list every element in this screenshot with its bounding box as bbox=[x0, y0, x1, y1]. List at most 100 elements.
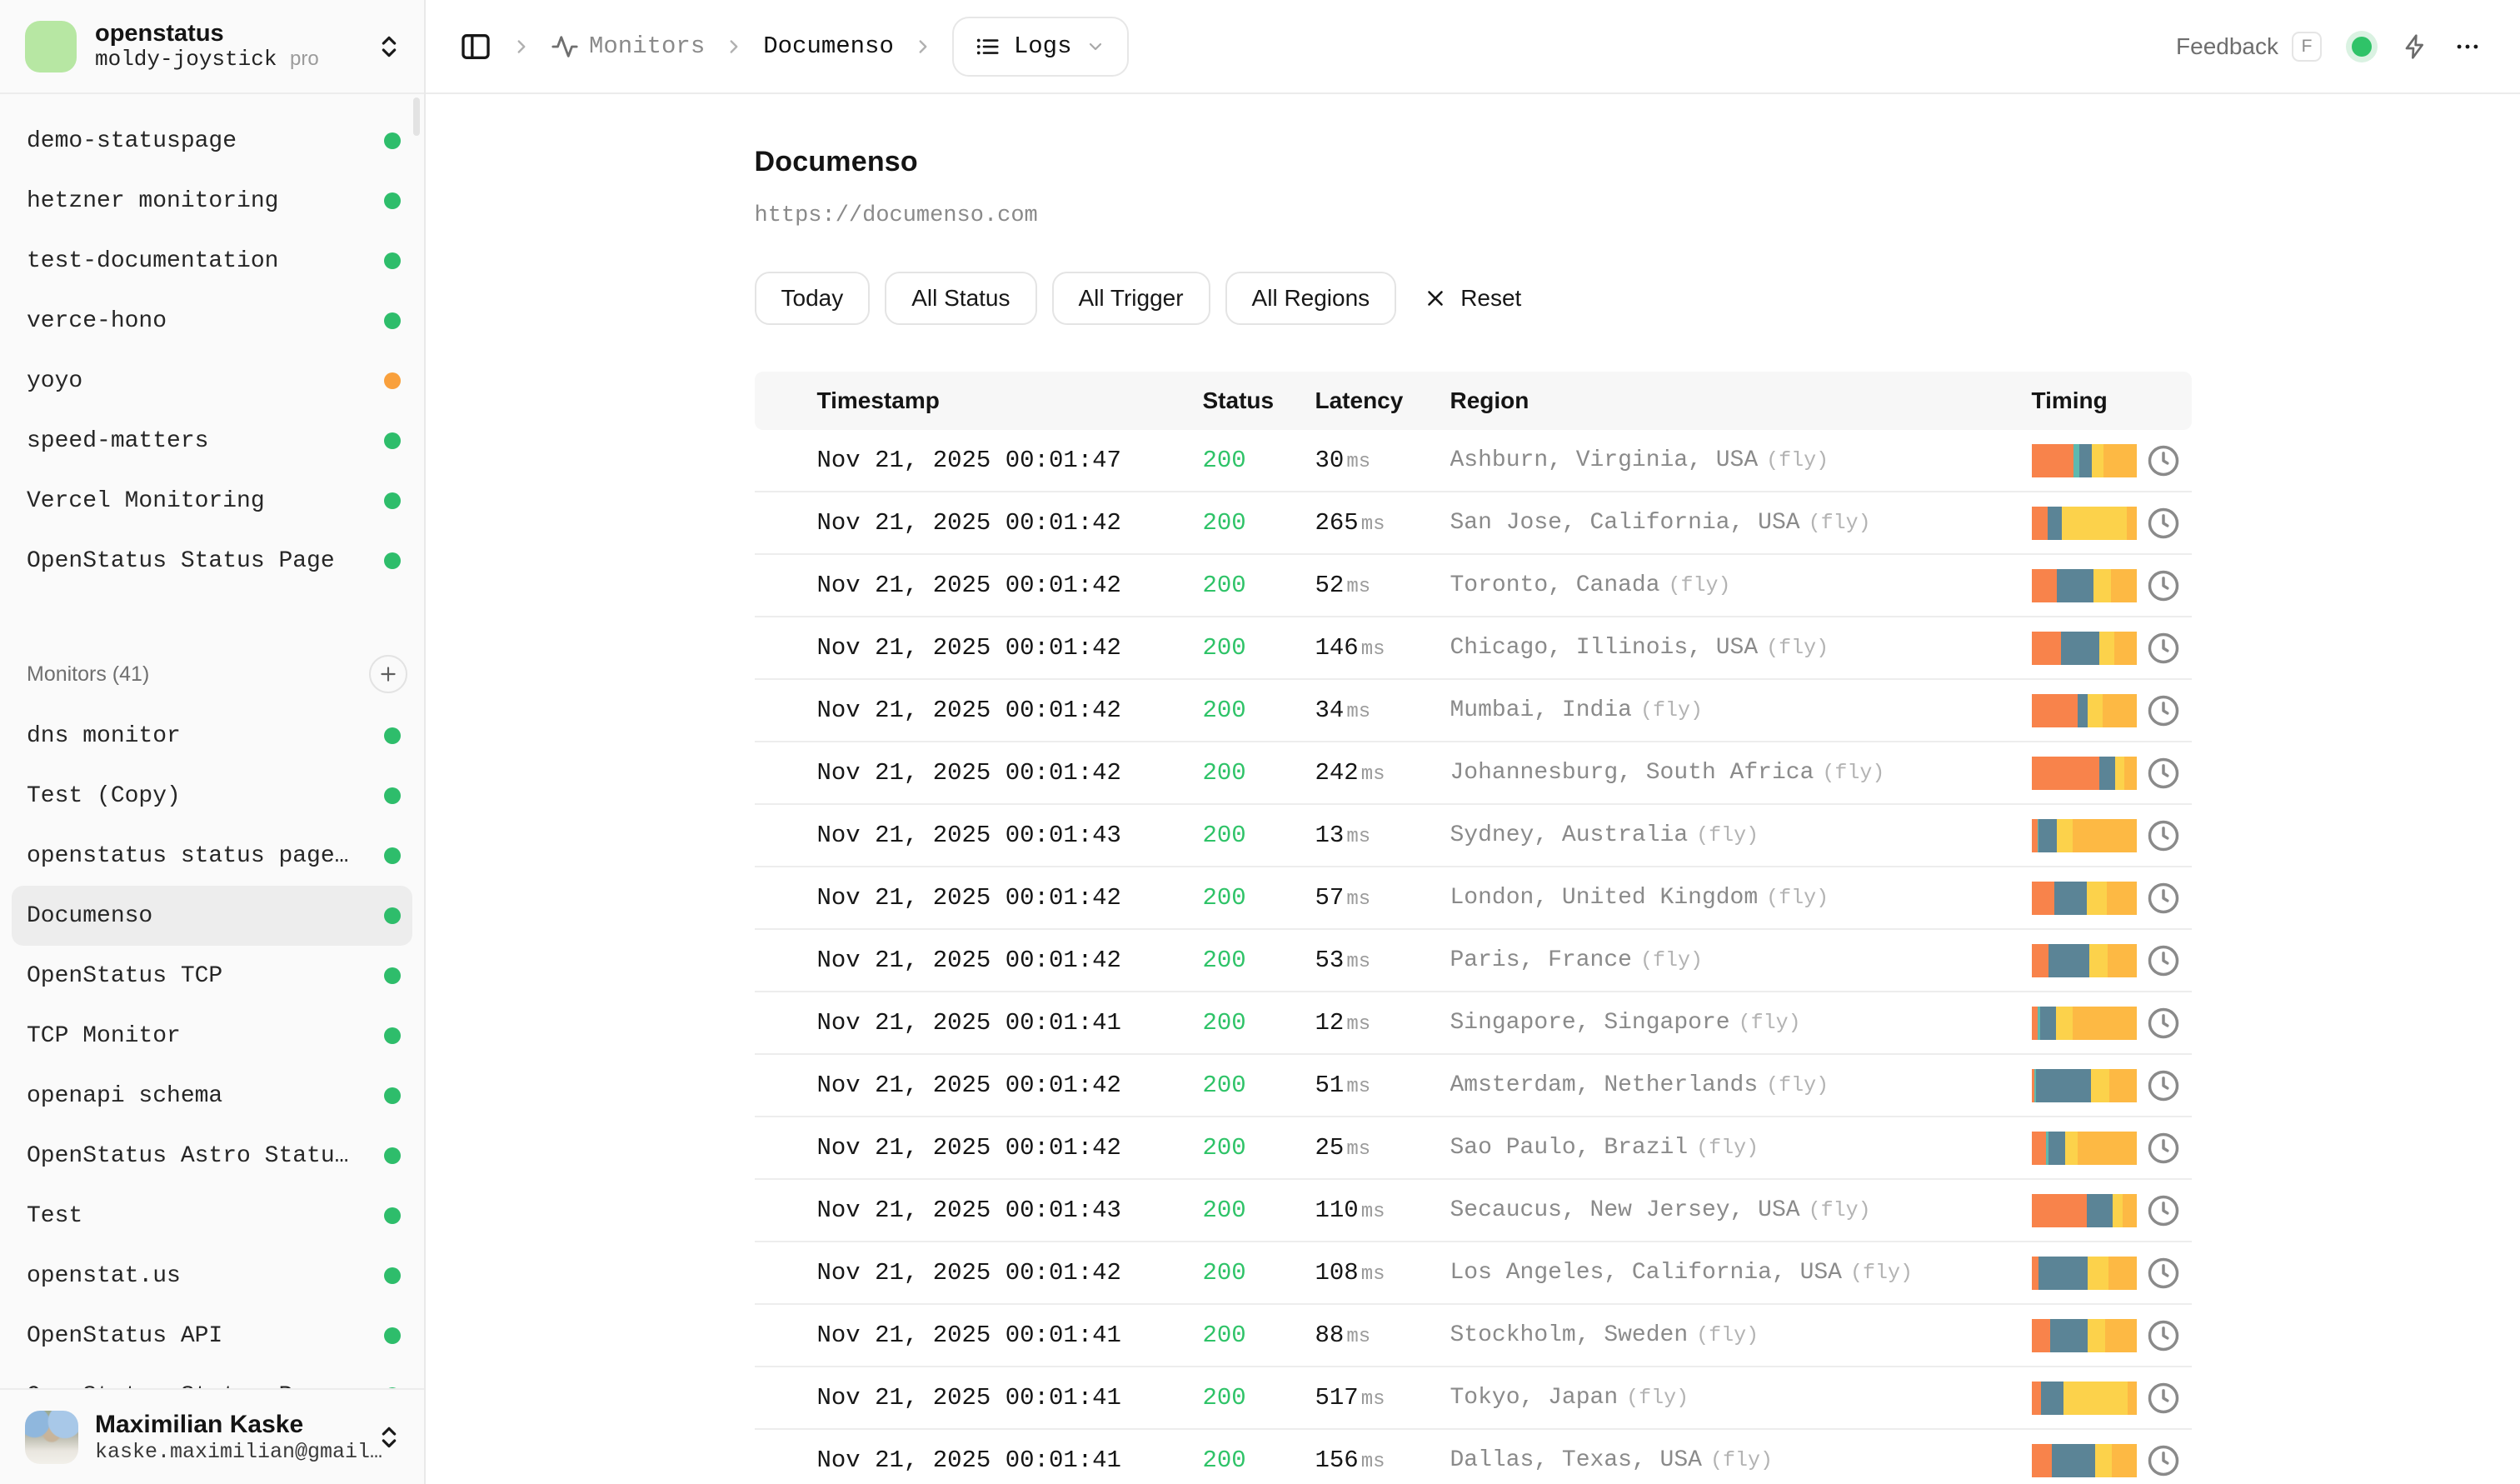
latency-cell: 517ms bbox=[1315, 1384, 1450, 1412]
table-row[interactable]: Nov 21, 2025 00:01:43 200 13ms Sydney, A… bbox=[755, 805, 2192, 867]
latency-cell: 51ms bbox=[1315, 1072, 1450, 1099]
clock-icon[interactable] bbox=[2145, 1380, 2182, 1417]
timestamp-cell: Nov 21, 2025 00:01:42 bbox=[817, 759, 1203, 787]
workspace-name: openstatus bbox=[95, 20, 319, 47]
sidebar-item-monitor[interactable]: dns monitor bbox=[12, 706, 412, 766]
sidebar-item-monitor[interactable]: openapi schema bbox=[12, 1066, 412, 1126]
column-header-status[interactable]: Status bbox=[1203, 387, 1315, 414]
region-provider: (fly) bbox=[1626, 1386, 1689, 1410]
clock-icon[interactable] bbox=[2145, 755, 2182, 792]
app-root: openstatus moldy-joystick pro demo-statu… bbox=[0, 0, 2520, 1484]
table-row[interactable]: Nov 21, 2025 00:01:41 200 12ms Singapore… bbox=[755, 992, 2192, 1055]
command-menu-button[interactable] bbox=[2402, 33, 2428, 60]
clock-icon[interactable] bbox=[2145, 1317, 2182, 1354]
sidebar-item-status-page[interactable]: Vercel Monitoring bbox=[12, 471, 412, 531]
status-filter-button[interactable]: All Status bbox=[885, 272, 1036, 325]
clock-icon[interactable] bbox=[2145, 817, 2182, 854]
clock-icon[interactable] bbox=[2145, 1255, 2182, 1292]
add-monitor-button[interactable] bbox=[369, 655, 407, 693]
clock-icon[interactable] bbox=[2145, 505, 2182, 542]
table-row[interactable]: Nov 21, 2025 00:01:41 200 88ms Stockholm… bbox=[755, 1305, 2192, 1367]
clock-icon[interactable] bbox=[2145, 692, 2182, 729]
timing-bar bbox=[2032, 1007, 2138, 1040]
column-header-latency[interactable]: Latency bbox=[1315, 387, 1450, 414]
clock-icon[interactable] bbox=[2145, 630, 2182, 667]
column-header-region[interactable]: Region bbox=[1450, 387, 2032, 414]
breadcrumb-monitors[interactable]: Monitors bbox=[551, 32, 705, 61]
system-status-indicator[interactable] bbox=[2352, 37, 2372, 57]
sidebar-item-status-page[interactable]: yoyo bbox=[12, 351, 412, 411]
user-menu[interactable]: Maximilian Kaske kaske.maximilian@gmail… bbox=[0, 1388, 424, 1484]
table-row[interactable]: Nov 21, 2025 00:01:42 200 108ms Los Ange… bbox=[755, 1242, 2192, 1305]
sidebar-toggle-button[interactable] bbox=[459, 30, 492, 63]
monitor-label: OpenStatus Status Page bbox=[27, 1383, 335, 1389]
table-row[interactable]: Nov 21, 2025 00:01:42 200 34ms Mumbai, I… bbox=[755, 680, 2192, 742]
table-row[interactable]: Nov 21, 2025 00:01:42 200 51ms Amsterdam… bbox=[755, 1055, 2192, 1117]
breadcrumb-current[interactable]: Documenso bbox=[763, 32, 894, 60]
regions-filter-button[interactable]: All Regions bbox=[1225, 272, 1397, 325]
timing-segment-dns bbox=[2032, 632, 2062, 665]
table-row[interactable]: Nov 21, 2025 00:01:42 200 57ms London, U… bbox=[755, 867, 2192, 930]
panel-left-icon bbox=[459, 30, 492, 63]
clock-icon[interactable] bbox=[2145, 1442, 2182, 1479]
region-provider: (fly) bbox=[1766, 1073, 1829, 1097]
clock-icon[interactable] bbox=[2145, 567, 2182, 604]
sidebar-item-monitor[interactable]: OpenStatus Status Page bbox=[12, 1366, 412, 1388]
clock-icon[interactable] bbox=[2145, 942, 2182, 979]
clock-icon[interactable] bbox=[2145, 1192, 2182, 1229]
table-row[interactable]: Nov 21, 2025 00:01:42 200 52ms Toronto, … bbox=[755, 555, 2192, 617]
column-header-timestamp[interactable]: Timestamp bbox=[817, 387, 1203, 414]
clock-icon[interactable] bbox=[2145, 1130, 2182, 1167]
clock-icon[interactable] bbox=[2145, 1067, 2182, 1104]
sidebar-item-monitor[interactable]: OpenStatus API bbox=[12, 1306, 412, 1366]
more-options-button[interactable] bbox=[2453, 32, 2482, 61]
sidebar-item-status-page[interactable]: demo-statuspage bbox=[12, 111, 412, 171]
timing-bar bbox=[2032, 1257, 2138, 1290]
column-header-timing[interactable]: Timing bbox=[2032, 387, 2192, 414]
status-page-label: demo-statuspage bbox=[27, 128, 237, 154]
date-filter-button[interactable]: Today bbox=[755, 272, 871, 325]
sidebar-item-monitor[interactable]: openstat.us bbox=[12, 1246, 412, 1306]
sidebar-item-monitor[interactable]: TCP Monitor bbox=[12, 1006, 412, 1066]
status-dot bbox=[384, 1387, 401, 1388]
sidebar-item-status-page[interactable]: speed-matters bbox=[12, 411, 412, 471]
logs-table: Timestamp Status Latency Region Timing N… bbox=[755, 372, 2192, 1484]
status-code-cell: 200 bbox=[1203, 634, 1315, 662]
region-cell: London, United Kingdom(fly) bbox=[1450, 885, 2032, 911]
sidebar-item-status-page[interactable]: hetzner monitoring bbox=[12, 171, 412, 231]
region-cell: San Jose, California, USA(fly) bbox=[1450, 510, 2032, 536]
table-row[interactable]: Nov 21, 2025 00:01:43 200 110ms Secaucus… bbox=[755, 1180, 2192, 1242]
region-cell: Amsterdam, Netherlands(fly) bbox=[1450, 1072, 2032, 1098]
table-row[interactable]: Nov 21, 2025 00:01:42 200 25ms Sao Paulo… bbox=[755, 1117, 2192, 1180]
feedback-button[interactable]: Feedback F bbox=[2176, 32, 2322, 62]
view-selector-button[interactable]: Logs bbox=[952, 17, 1129, 77]
monitors-section-header: Monitors (41) bbox=[12, 642, 412, 706]
clock-icon[interactable] bbox=[2145, 880, 2182, 917]
trigger-filter-button[interactable]: All Trigger bbox=[1052, 272, 1210, 325]
table-row[interactable]: Nov 21, 2025 00:01:42 200 265ms San Jose… bbox=[755, 492, 2192, 555]
sidebar-item-monitor[interactable]: Test bbox=[12, 1186, 412, 1246]
clock-icon[interactable] bbox=[2145, 1005, 2182, 1042]
sidebar-item-monitor[interactable]: OpenStatus TCP bbox=[12, 946, 412, 1006]
reset-filters-button[interactable]: Reset bbox=[1423, 285, 1521, 312]
table-row[interactable]: Nov 21, 2025 00:01:41 200 156ms Dallas, … bbox=[755, 1430, 2192, 1484]
latency-unit: ms bbox=[1361, 1451, 1385, 1473]
table-row[interactable]: Nov 21, 2025 00:01:42 200 53ms Paris, Fr… bbox=[755, 930, 2192, 992]
table-row[interactable]: Nov 21, 2025 00:01:42 200 146ms Chicago,… bbox=[755, 617, 2192, 680]
sidebar-item-monitor[interactable]: Test (Copy) bbox=[12, 766, 412, 826]
clock-icon[interactable] bbox=[2145, 442, 2182, 479]
sidebar-item-monitor[interactable]: OpenStatus Astro Statu… bbox=[12, 1126, 412, 1186]
sidebar-item-status-page[interactable]: verce-hono bbox=[12, 291, 412, 351]
table-row[interactable]: Nov 21, 2025 00:01:47 200 30ms Ashburn, … bbox=[755, 430, 2192, 492]
sidebar-item-monitor[interactable]: Documenso bbox=[12, 886, 412, 946]
table-row[interactable]: Nov 21, 2025 00:01:42 200 242ms Johannes… bbox=[755, 742, 2192, 805]
sidebar-item-monitor[interactable]: openstatus status page… bbox=[12, 826, 412, 886]
sidebar-item-status-page[interactable]: test-documentation bbox=[12, 231, 412, 291]
status-dot bbox=[384, 192, 401, 209]
sidebar-scrollbar-thumb[interactable] bbox=[413, 97, 420, 136]
workspace-switcher[interactable]: openstatus moldy-joystick pro bbox=[0, 0, 424, 94]
region-provider: (fly) bbox=[1640, 948, 1703, 972]
chevron-right-icon bbox=[723, 36, 745, 57]
table-row[interactable]: Nov 21, 2025 00:01:41 200 517ms Tokyo, J… bbox=[755, 1367, 2192, 1430]
sidebar-item-status-page[interactable]: OpenStatus Status Page bbox=[12, 531, 412, 591]
